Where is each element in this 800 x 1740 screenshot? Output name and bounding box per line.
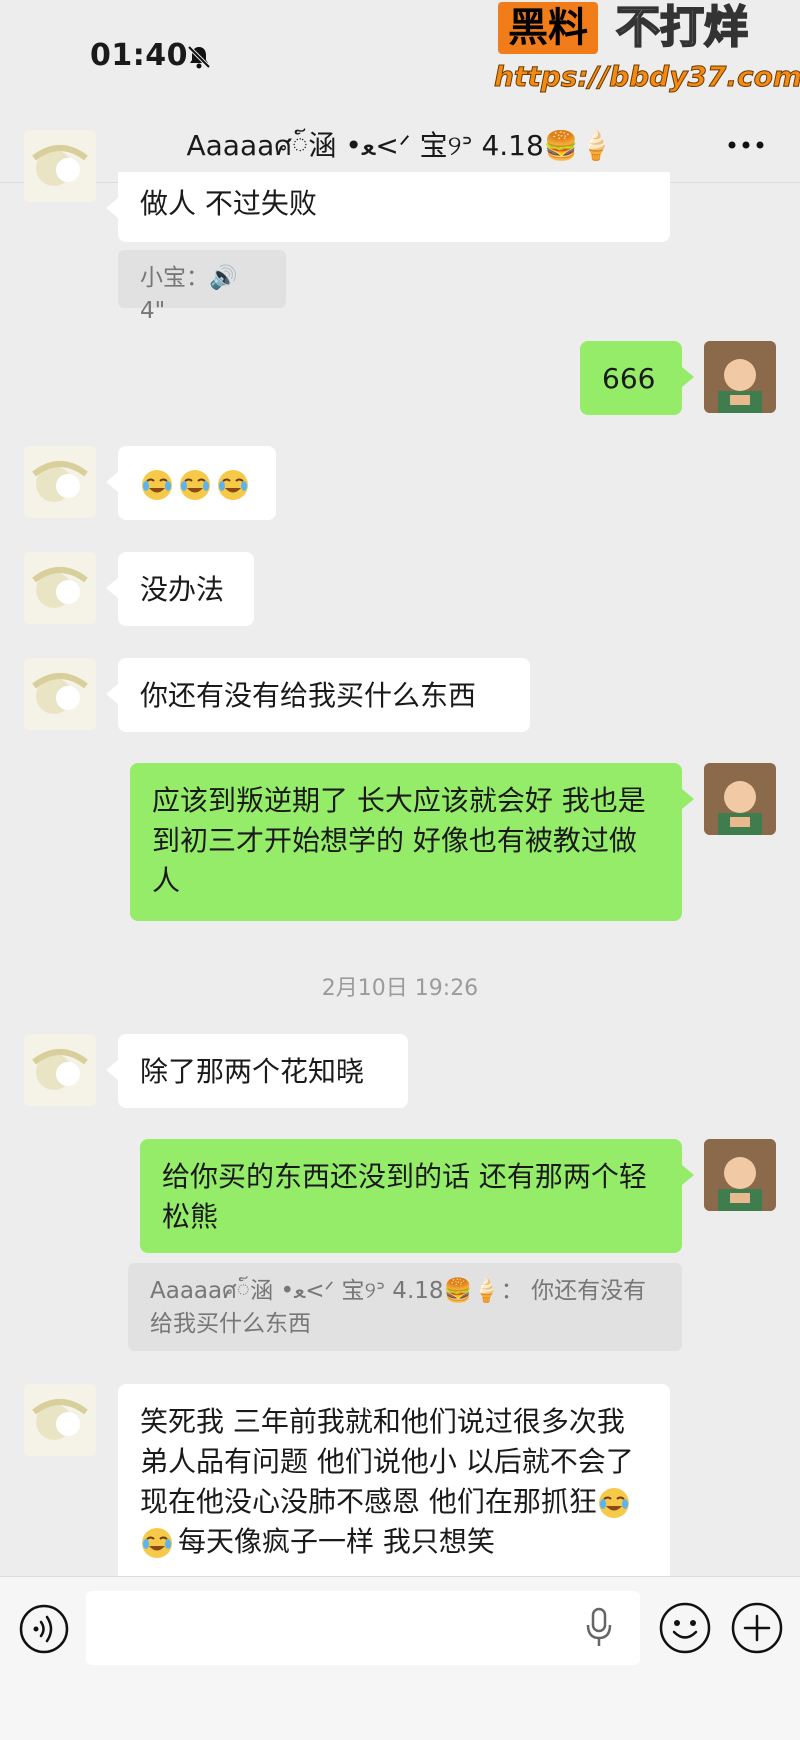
message-text: 笑死我 三年前我就和他们说过很多次我弟人品有问题 他们说他小 以后就不会了 现在…	[140, 1405, 634, 1518]
message-text: 给你买的东西还没到的话 还有那两个轻松熊	[162, 1160, 647, 1233]
quoted-text: 小宝：🔊 4"	[140, 265, 238, 324]
message-bubble[interactable]: 666	[580, 341, 694, 415]
quoted-message[interactable]: Aaaaaศ៍涵 •ﻌ<ᐟ 宝୨ᐣ 4.18🍔🍦： 你还有没有给我买什么东西	[128, 1263, 682, 1351]
message-bubble[interactable]: 应该到叛逆期了 长大应该就会好 我也是到初三才开始想学的 好像也有被教过做人	[130, 763, 694, 921]
message-bubble[interactable]: 没办法	[106, 552, 254, 626]
crying-laughing-emoji-icon	[598, 1488, 629, 1518]
message-bubble[interactable]: 做人 不过失败	[106, 172, 670, 242]
emoji-picker-icon[interactable]	[658, 1601, 712, 1655]
my-avatar[interactable]	[704, 1139, 776, 1211]
message-bubble[interactable]: 除了那两个花知晓	[106, 1034, 408, 1108]
watermark-logo: 黑料 不打烊 https://bbdy37.com	[493, 0, 800, 100]
quoted-message[interactable]: 小宝：🔊 4"	[118, 250, 286, 324]
message-bubble[interactable]	[106, 446, 276, 520]
message-bubble[interactable]: 给你买的东西还没到的话 还有那两个轻松熊	[140, 1139, 694, 1253]
contact-avatar[interactable]	[24, 552, 96, 624]
quoted-text: Aaaaaศ៍涵 •ﻌ<ᐟ 宝୨ᐣ 4.18🍔🍦： 你还有没有给我买什么东西	[150, 1278, 647, 1337]
message-text: 没办法	[140, 573, 225, 606]
watermark-text: 不打烊	[615, 1, 749, 54]
message-text: 你还有没有给我买什么东西	[140, 679, 477, 712]
crying-laughing-emoji-icon	[180, 470, 210, 500]
contact-avatar[interactable]	[24, 658, 96, 730]
contact-avatar[interactable]	[24, 130, 96, 202]
message-input[interactable]	[86, 1591, 640, 1665]
contact-avatar[interactable]	[24, 1034, 96, 1106]
status-bar: 01:40 黑料 不打烊 https://bbdy37.com	[0, 0, 800, 110]
watermark-box: 黑料	[498, 2, 598, 54]
crying-laughing-emoji-icon	[142, 470, 172, 500]
message-bubble[interactable]: 你还有没有给我买什么东西	[106, 658, 530, 732]
my-avatar[interactable]	[704, 341, 776, 413]
message-text: 做人 不过失败	[140, 187, 317, 220]
my-avatar[interactable]	[704, 763, 776, 835]
input-bar	[0, 1576, 800, 1740]
message-timestamp: 2月10日 19:26	[321, 976, 479, 1001]
message-text: 应该到叛逆期了 长大应该就会好 我也是到初三才开始想学的 好像也有被教过做人	[152, 784, 646, 897]
status-time: 01:40	[90, 38, 188, 73]
message-text-continued: 每天像疯子一样 我只想笑	[178, 1525, 495, 1558]
voice-input-icon[interactable]	[18, 1603, 70, 1655]
crying-laughing-emoji-icon	[142, 1528, 172, 1558]
contact-avatar[interactable]	[24, 446, 96, 518]
bell-muted-icon	[187, 45, 211, 69]
message-text: 666	[602, 362, 656, 395]
contact-avatar[interactable]	[24, 1384, 96, 1456]
more-options-icon[interactable]	[726, 138, 766, 152]
message-text: 除了那两个花知晓	[140, 1055, 365, 1088]
watermark-url: https://bbdy37.com	[493, 60, 800, 94]
plus-icon[interactable]	[730, 1601, 784, 1655]
microphone-icon[interactable]	[584, 1607, 614, 1649]
crying-laughing-emoji-icon	[218, 470, 248, 500]
